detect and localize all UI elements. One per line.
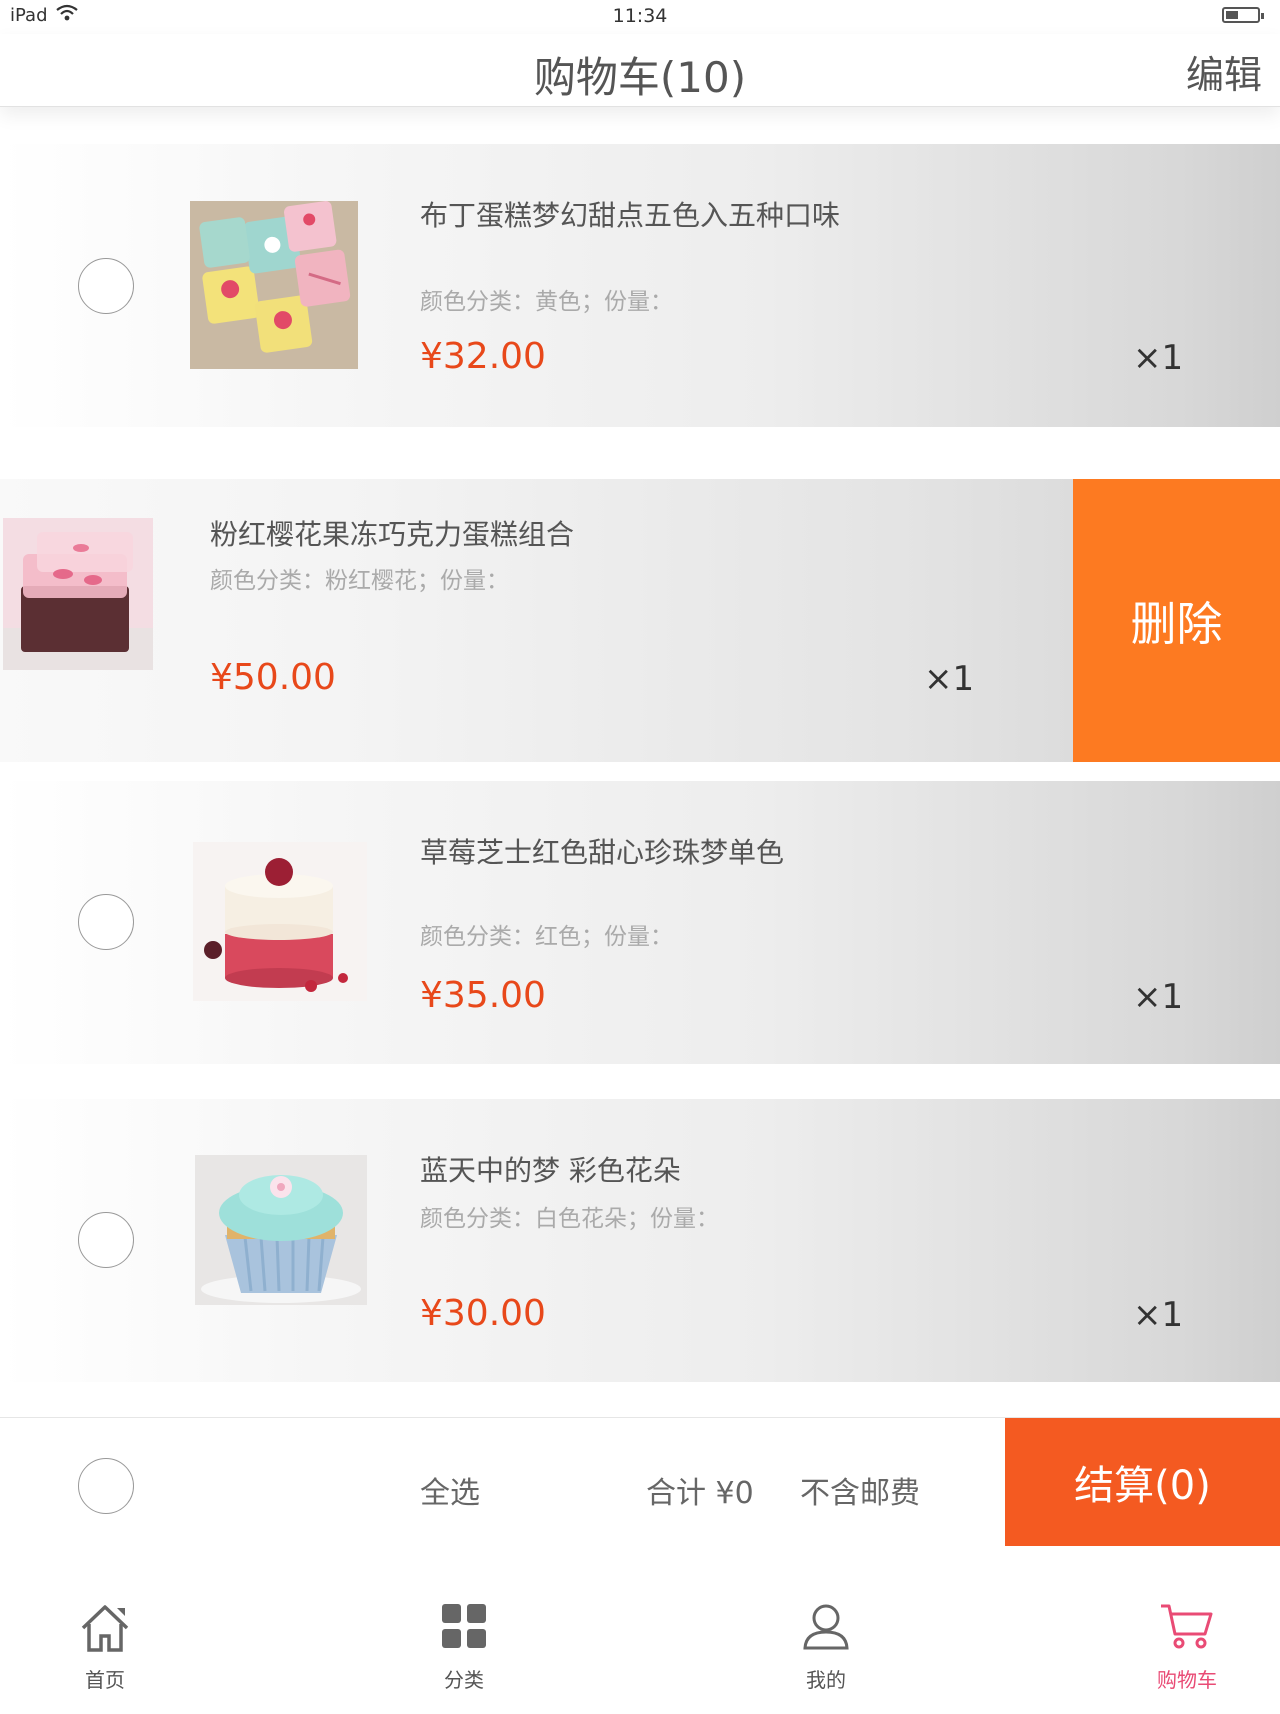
battery-icon [1222,7,1264,23]
shipping-note: 不含邮费 [800,1476,920,1511]
tab-category[interactable]: 分类 [384,1546,544,1714]
product-quantity: ×1 [1133,1295,1184,1335]
product-image[interactable] [190,201,358,369]
item-checkbox[interactable] [78,258,134,314]
tab-label: 我的 [806,1668,846,1692]
grid-icon [442,1604,486,1648]
product-price: ¥32.00 [420,336,546,377]
checkout-button[interactable]: 结算(0) [1005,1418,1280,1546]
cart-item[interactable]: 布丁蛋糕梦幻甜点五色入五种口味 颜色分类：黄色；份量： ¥32.00 ×1 [0,144,1280,427]
status-bar: iPad 11:34 [0,0,1280,34]
cart-item[interactable]: 蓝天中的梦 彩色花朵 颜色分类：白色花朵；份量： ¥30.00 ×1 [0,1099,1280,1382]
product-image[interactable] [193,842,367,1001]
product-spec: 颜色分类：白色花朵；份量： [420,1206,719,1232]
product-image[interactable] [3,518,153,670]
tab-cart[interactable]: 购物车 [1107,1546,1267,1714]
navigation-bar: 购物车(10) 编辑 [0,34,1280,107]
home-icon [81,1605,129,1652]
product-spec: 颜色分类：黄色；份量： [420,289,673,315]
edit-button[interactable]: 编辑 [1186,44,1262,99]
tab-label: 首页 [85,1668,125,1692]
tab-label: 分类 [444,1668,484,1692]
tab-profile[interactable]: 我的 [746,1546,906,1714]
total-price: 合计 ¥0 [646,1476,754,1511]
product-price: ¥30.00 [420,1293,546,1334]
cart-item[interactable]: 草莓芝士红色甜心珍珠梦单色 颜色分类：红色；份量： ¥35.00 ×1 [0,781,1280,1064]
cart-icon [1161,1604,1213,1649]
item-checkbox[interactable] [78,1212,134,1268]
product-spec: 颜色分类：粉红樱花；份量： [210,568,509,594]
product-image[interactable] [195,1155,367,1305]
product-quantity: ×1 [1133,977,1184,1017]
item-checkbox[interactable] [78,894,134,950]
product-quantity: ×1 [924,659,975,699]
checkout-bar: 全选 合计 ¥0 不含邮费 结算(0) [0,1417,1280,1547]
tab-bar: 首页 分类 我的 购物车 [0,1546,1280,1714]
product-spec: 颜色分类：红色；份量： [420,924,673,950]
product-name[interactable]: 布丁蛋糕梦幻甜点五色入五种口味 [420,194,840,234]
product-price: ¥35.00 [420,975,546,1016]
tab-label: 购物车 [1157,1668,1217,1692]
product-name[interactable]: 粉红樱花果冻巧克力蛋糕组合 [210,513,574,553]
product-price: ¥50.00 [210,657,336,698]
product-name[interactable]: 蓝天中的梦 彩色花朵 [420,1149,681,1189]
select-all-checkbox[interactable] [78,1458,134,1514]
tab-home[interactable]: 首页 [25,1546,185,1714]
user-icon [803,1604,849,1650]
clock: 11:34 [612,5,668,27]
product-name[interactable]: 草莓芝士红色甜心珍珠梦单色 [420,831,784,871]
product-quantity: ×1 [1133,338,1184,378]
page-title: 购物车(10) [533,53,747,102]
select-all-label[interactable]: 全选 [420,1468,480,1512]
delete-button[interactable]: 删除 [1073,479,1280,762]
